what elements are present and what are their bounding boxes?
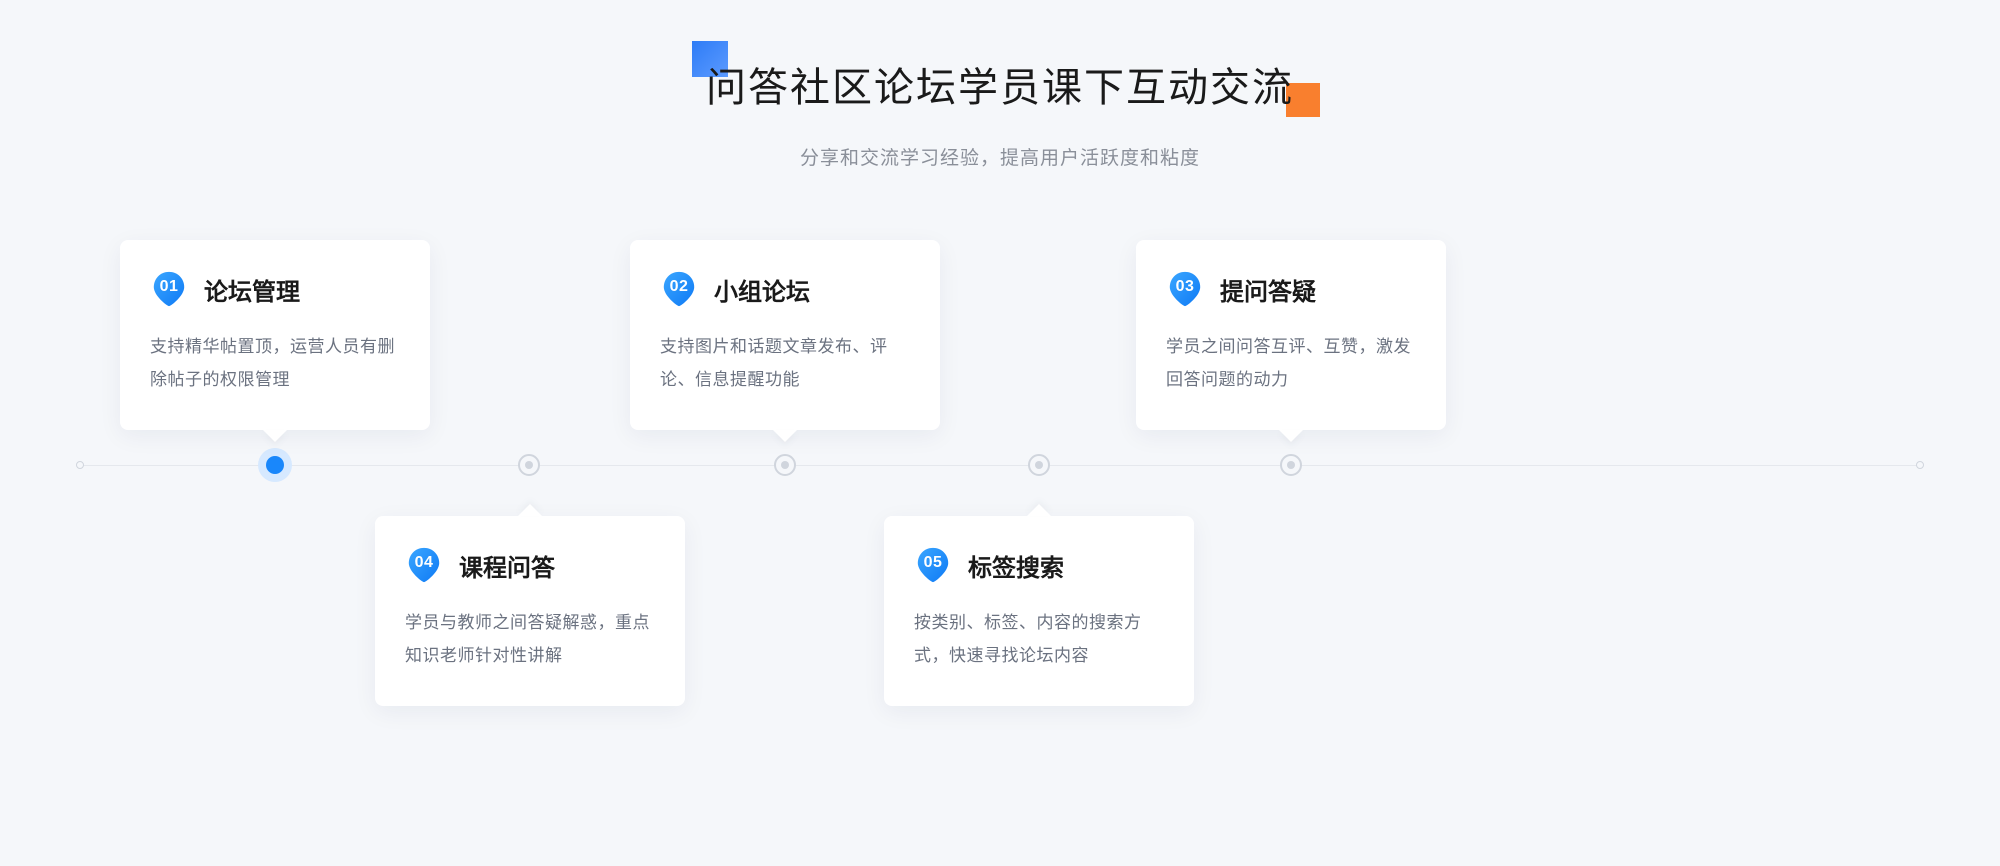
card-arrow-icon <box>1027 504 1051 516</box>
timeline-dot-1[interactable] <box>258 448 292 482</box>
pin-icon: 04 <box>405 546 443 584</box>
card-arrow-icon <box>518 504 542 516</box>
card-description: 支持图片和话题文章发布、评论、信息提醒功能 <box>660 330 910 396</box>
page-container: 问答社区论坛学员课下互动交流 分享和交流学习经验，提高用户活跃度和粘度 01 论… <box>0 0 2000 866</box>
card-header: 01 论坛管理 <box>150 270 400 308</box>
feature-card-3: 03 提问答疑 学员之间问答互评、互赞，激发回答问题的动力 <box>1136 240 1446 430</box>
card-arrow-icon <box>1279 430 1303 442</box>
card-number: 05 <box>924 554 943 572</box>
timeline-dot-5[interactable] <box>1280 454 1302 476</box>
header: 问答社区论坛学员课下互动交流 分享和交流学习经验，提高用户活跃度和粘度 <box>0 55 2000 170</box>
feature-card-4: 04 课程问答 学员与教师之间答疑解惑，重点知识老师针对性讲解 <box>375 516 685 706</box>
card-title: 标签搜索 <box>968 548 1064 583</box>
feature-card-2: 02 小组论坛 支持图片和话题文章发布、评论、信息提醒功能 <box>630 240 940 430</box>
timeline-dot-2[interactable] <box>518 454 540 476</box>
card-arrow-icon <box>263 430 287 442</box>
card-arrow-icon <box>773 430 797 442</box>
timeline-area: 01 论坛管理 支持精华帖置顶，运营人员有删除帖子的权限管理 02 小组论坛 支… <box>0 240 2000 800</box>
feature-card-5: 05 标签搜索 按类别、标签、内容的搜索方式，快速寻找论坛内容 <box>884 516 1194 706</box>
title-wrapper: 问答社区论坛学员课下互动交流 <box>706 55 1294 113</box>
card-description: 支持精华帖置顶，运营人员有删除帖子的权限管理 <box>150 330 400 396</box>
card-header: 05 标签搜索 <box>914 546 1164 584</box>
card-number: 04 <box>415 554 434 572</box>
pin-icon: 03 <box>1166 270 1204 308</box>
feature-card-1: 01 论坛管理 支持精华帖置顶，运营人员有删除帖子的权限管理 <box>120 240 430 430</box>
card-description: 学员与教师之间答疑解惑，重点知识老师针对性讲解 <box>405 606 655 672</box>
card-title: 课程问答 <box>459 548 555 583</box>
page-title: 问答社区论坛学员课下互动交流 <box>706 55 1294 113</box>
card-title: 小组论坛 <box>714 272 810 307</box>
timeline-dot-3[interactable] <box>774 454 796 476</box>
timeline-terminal-start <box>76 461 84 469</box>
pin-icon: 02 <box>660 270 698 308</box>
card-description: 学员之间问答互评、互赞，激发回答问题的动力 <box>1166 330 1416 396</box>
card-title: 论坛管理 <box>204 272 300 307</box>
pin-icon: 01 <box>150 270 188 308</box>
page-subtitle: 分享和交流学习经验，提高用户活跃度和粘度 <box>0 143 2000 170</box>
card-header: 03 提问答疑 <box>1166 270 1416 308</box>
timeline-line <box>80 465 1920 466</box>
card-title: 提问答疑 <box>1220 272 1316 307</box>
card-number: 02 <box>670 278 689 296</box>
timeline-terminal-end <box>1916 461 1924 469</box>
timeline-dot-4[interactable] <box>1028 454 1050 476</box>
card-number: 01 <box>160 278 179 296</box>
card-header: 02 小组论坛 <box>660 270 910 308</box>
card-number: 03 <box>1176 278 1195 296</box>
card-description: 按类别、标签、内容的搜索方式，快速寻找论坛内容 <box>914 606 1164 672</box>
card-header: 04 课程问答 <box>405 546 655 584</box>
pin-icon: 05 <box>914 546 952 584</box>
